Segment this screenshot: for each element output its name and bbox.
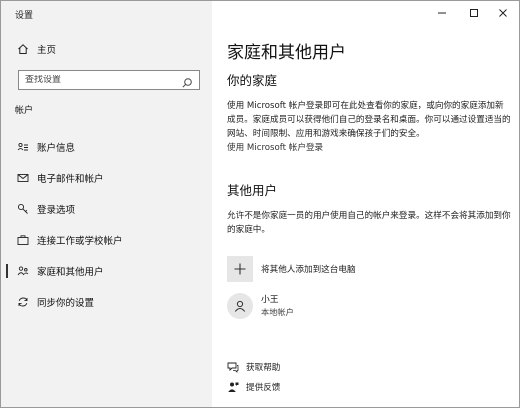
main-content: 家庭和其他用户 你的家庭 使用 Microsoft 帐户登录即可在此处查看你的家…: [212, 1, 519, 407]
sign-in-microsoft-link[interactable]: 使用 Microsoft 帐户登录: [227, 141, 323, 153]
mail-icon: [16, 171, 30, 185]
sidebar-item-family-users[interactable]: 家庭和其他用户: [1, 260, 212, 282]
sidebar-item-home-label: 主页: [37, 45, 57, 56]
sidebar-section-label: 帐户: [15, 106, 34, 116]
feedback-icon: [227, 381, 239, 393]
family-description: 使用 Microsoft 帐户登录即可在此处查看你的家庭，或向你的家庭添加新成员…: [227, 101, 511, 139]
user-icon: [234, 300, 246, 312]
get-help-label: 获取帮助: [246, 363, 281, 373]
add-other-user-button[interactable]: 将其他人添加到这台电脑: [227, 256, 356, 282]
family-icon: [16, 264, 30, 278]
get-help-link[interactable]: 获取帮助: [227, 361, 280, 373]
sidebar-item-email-accounts[interactable]: 电子邮件和帐户: [1, 167, 212, 189]
feedback-label: 提供反馈: [246, 383, 281, 393]
briefcase-icon: [16, 233, 30, 247]
account-info-icon: [16, 140, 30, 154]
chat-help-icon: [227, 361, 239, 373]
sidebar-item-home[interactable]: 主页: [1, 38, 212, 60]
key-icon: [16, 202, 30, 216]
sidebar-item-label: 连接工作或学校帐户: [37, 236, 123, 247]
user-entry[interactable]: 小王 本地帐户: [227, 293, 294, 319]
feedback-link[interactable]: 提供反馈: [227, 381, 280, 393]
sidebar-item-label: 同步你的设置: [37, 298, 95, 309]
sidebar-item-label: 登录选项: [37, 205, 76, 216]
other-users-description: 允许不是你家庭一员的用户使用自己的帐户来登录。这样不会将其添加到你的家庭中。: [227, 211, 511, 235]
settings-window: 设置 主页 帐户 账户信息 电子邮件和帐户: [0, 0, 520, 408]
plus-icon: [234, 263, 246, 275]
family-heading: 你的家庭: [227, 73, 278, 88]
sidebar-item-work-school[interactable]: 连接工作或学校帐户: [1, 229, 212, 251]
sidebar-item-sync-settings[interactable]: 同步你的设置: [1, 291, 212, 313]
app-title: 设置: [15, 11, 34, 21]
sidebar-item-label: 账户信息: [37, 143, 76, 154]
add-tile: [227, 256, 253, 282]
page-title: 家庭和其他用户: [227, 43, 346, 63]
user-account-type: 本地帐户: [261, 307, 294, 317]
sidebar-item-account-info[interactable]: 账户信息: [1, 136, 212, 158]
avatar: [227, 293, 253, 319]
search-box[interactable]: [18, 70, 200, 90]
sidebar: 设置 主页 帐户 账户信息 电子邮件和帐户: [1, 1, 212, 407]
sidebar-item-sign-in-options[interactable]: 登录选项: [1, 198, 212, 220]
sidebar-item-label: 电子邮件和帐户: [37, 174, 104, 185]
user-name: 小王: [261, 295, 279, 305]
sidebar-item-label: 家庭和其他用户: [37, 267, 104, 278]
home-icon: [16, 42, 30, 56]
sync-icon: [16, 295, 30, 309]
add-other-user-label: 将其他人添加到这台电脑: [261, 265, 356, 275]
other-users-heading: 其他用户: [227, 183, 278, 198]
search-icon[interactable]: [181, 74, 193, 88]
search-input[interactable]: [19, 75, 179, 85]
